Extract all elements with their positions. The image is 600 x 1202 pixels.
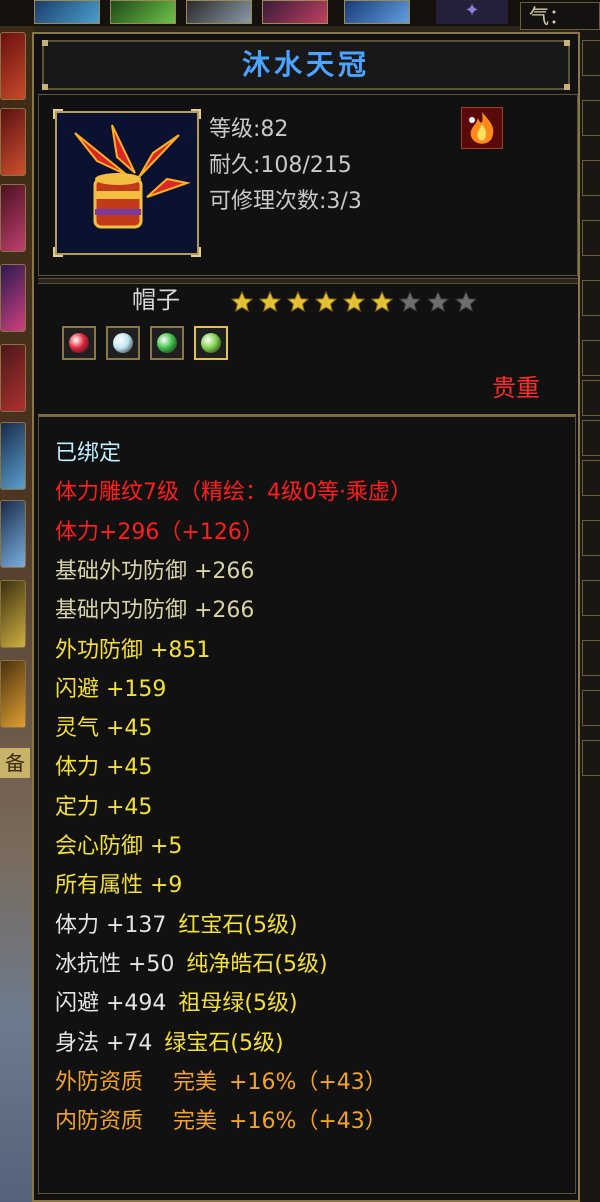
right-panel-cell xyxy=(582,220,600,256)
item-info-box: 等级:82 耐久:108/215 可修理次数:3/3 xyxy=(38,94,578,276)
aptitude-value: +16%（+43） xyxy=(229,1070,387,1095)
skill-slot-icon[interactable] xyxy=(262,0,328,24)
right-panel-cell xyxy=(582,280,600,316)
top-skill-bar: ✦ xyxy=(0,0,600,26)
item-rarity: 贵重 xyxy=(492,374,540,402)
ruby-gem-icon[interactable] xyxy=(62,326,96,360)
gem-name: 祖母绿(5级) xyxy=(178,991,298,1016)
aptitude-line: 内防资质 完美 +16%（+43） xyxy=(55,1107,387,1137)
right-panel-cell xyxy=(582,160,600,196)
fire-element-icon xyxy=(461,107,503,149)
gem-stone xyxy=(201,333,221,353)
right-panel-cell xyxy=(582,580,600,616)
gem-stone xyxy=(69,333,89,353)
star-empty-icon xyxy=(426,290,450,313)
property-line: 闪避 +159 xyxy=(55,677,167,702)
property-line: 定力 +45 xyxy=(55,795,153,820)
gem-name: 纯净皓石(5级) xyxy=(186,952,328,977)
property-line: 体力+296（+126） xyxy=(55,520,264,545)
gem-stat: 冰抗性 +50 xyxy=(55,952,175,977)
item-name: 沐水天冠 xyxy=(241,48,370,81)
equipment-tab[interactable]: 备 xyxy=(0,748,30,778)
equip-slot-icon[interactable] xyxy=(0,184,26,252)
property-line: 体力雕纹7级（精绘：4级0等·乘虚） xyxy=(55,480,412,505)
property-line: 基础外功防御 +266 xyxy=(55,559,255,584)
right-panel-cell xyxy=(582,40,600,76)
aptitude-line: 外防资质 完美 +16%（+43） xyxy=(55,1068,387,1098)
star-empty-icon xyxy=(398,290,422,313)
property-line: 所有属性 +9 xyxy=(55,873,183,898)
gem-property-line: 冰抗性 +50 纯净皓石(5级) xyxy=(55,950,328,980)
gem-stat: 体力 +137 xyxy=(55,913,167,938)
gem-property-line: 身法 +74 绿宝石(5级) xyxy=(55,1029,284,1059)
aptitude-grade: 完美 xyxy=(173,1109,218,1134)
emerald-gem-icon[interactable] xyxy=(150,326,184,360)
equip-slot-icon[interactable] xyxy=(0,500,26,568)
item-tooltip: 沐水天冠 等级:82 耐久:108/215 可修理次数:3/3 帽子 贵重 已绑… xyxy=(32,32,580,1202)
qi-label: 气： xyxy=(520,2,600,30)
purple-tab-icon[interactable]: ✦ xyxy=(436,0,508,24)
equip-slot-icon[interactable] xyxy=(0,108,26,176)
right-panel-cell xyxy=(582,460,600,496)
property-line: 基础内功防御 +266 xyxy=(55,598,255,623)
gem-stone xyxy=(113,333,133,353)
item-icon-frame xyxy=(53,109,201,257)
equip-slot-icon[interactable] xyxy=(0,422,26,490)
skill-slot-icon[interactable] xyxy=(186,0,252,24)
star-empty-icon xyxy=(454,290,478,313)
equip-slot-icon[interactable] xyxy=(0,580,26,648)
right-panel-cell xyxy=(582,100,600,136)
skill-slot-icon[interactable] xyxy=(110,0,176,24)
equip-slot-icon[interactable] xyxy=(0,344,26,412)
gem-stat: 闪避 +494 xyxy=(55,991,167,1016)
aptitude-name: 外防资质 xyxy=(55,1070,144,1095)
gem-stat: 身法 +74 xyxy=(55,1031,153,1056)
star-filled-icon xyxy=(370,290,394,313)
right-panel-cell xyxy=(582,380,600,416)
item-repairs: 可修理次数:3/3 xyxy=(209,189,362,214)
equip-slot-icon[interactable] xyxy=(0,264,26,332)
equip-slot-icon[interactable] xyxy=(0,660,26,728)
right-panel-cell xyxy=(582,640,600,676)
gem-property-line: 闪避 +494 祖母绿(5级) xyxy=(55,989,298,1019)
gem-name: 红宝石(5级) xyxy=(178,913,298,938)
item-type: 帽子 xyxy=(132,286,180,314)
aptitude-value: +16%（+43） xyxy=(229,1109,387,1134)
right-panel-cell xyxy=(582,420,600,456)
star-filled-icon xyxy=(258,290,282,313)
crown-hat-icon xyxy=(57,113,197,253)
right-panel-cell xyxy=(582,520,600,556)
aptitude-grade: 完美 xyxy=(173,1070,218,1095)
item-level: 等级:82 xyxy=(209,117,289,142)
property-line: 外功防御 +851 xyxy=(55,638,211,663)
star-filled-icon xyxy=(230,290,254,313)
gem-property-line: 体力 +137 红宝石(5级) xyxy=(55,911,298,941)
green-sapphire-gem-icon[interactable] xyxy=(194,326,228,360)
star-filled-icon xyxy=(342,290,366,313)
equip-slot-icon[interactable] xyxy=(0,32,26,100)
right-panel-cell xyxy=(582,740,600,776)
item-durability: 耐久:108/215 xyxy=(209,153,352,178)
property-line: 已绑定 xyxy=(55,441,122,466)
item-title-box: 沐水天冠 xyxy=(42,40,570,90)
star-filled-icon xyxy=(314,290,338,313)
right-panel-cell xyxy=(582,340,600,376)
property-line: 灵气 +45 xyxy=(55,716,153,741)
star-filled-icon xyxy=(286,290,310,313)
gem-stone xyxy=(157,333,177,353)
section-divider xyxy=(38,278,578,284)
gem-name: 绿宝石(5级) xyxy=(164,1031,284,1056)
skill-slot-icon[interactable] xyxy=(344,0,410,24)
skill-slot-icon[interactable] xyxy=(34,0,100,24)
property-line: 体力 +45 xyxy=(55,755,153,780)
right-panel-cell xyxy=(582,690,600,726)
property-line: 会心防御 +5 xyxy=(55,834,183,859)
pure-moonstone-gem-icon[interactable] xyxy=(106,326,140,360)
item-properties: 已绑定体力雕纹7级（精绘：4级0等·乘虚） 体力+296（+126） 基础外功防御 … xyxy=(38,414,576,1194)
aptitude-name: 内防资质 xyxy=(55,1109,144,1134)
